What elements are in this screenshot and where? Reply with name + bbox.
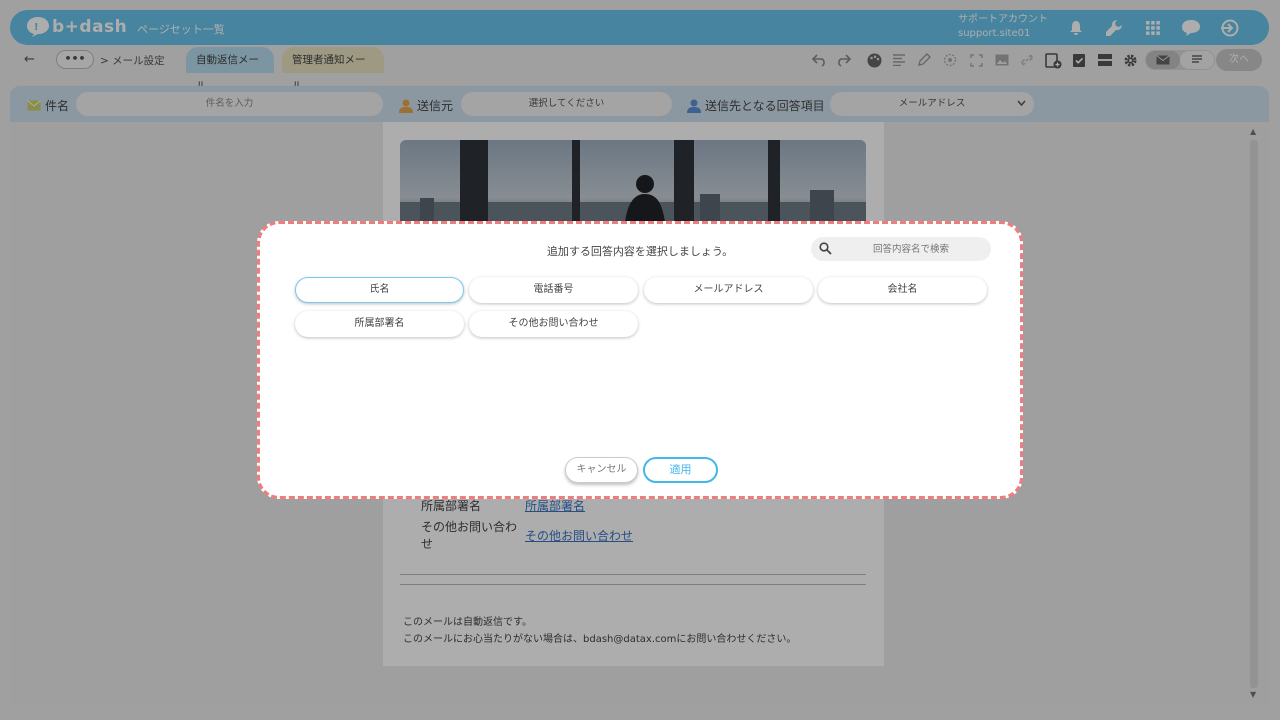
answer-option-company[interactable]: 会社名 — [818, 277, 987, 303]
search-icon — [819, 242, 832, 255]
answer-option-name[interactable]: 氏名 — [295, 277, 464, 303]
apply-button[interactable]: 適用 — [643, 457, 718, 483]
answer-option-phone[interactable]: 電話番号 — [469, 277, 638, 303]
cancel-button[interactable]: キャンセル — [565, 457, 638, 483]
answer-search[interactable] — [811, 237, 991, 261]
answer-option-other-inquiry[interactable]: その他お問い合わせ — [469, 311, 638, 337]
answer-select-modal: 追加する回答内容を選択しましょう。 氏名 電話番号 メールアドレス 会社名 所属… — [257, 221, 1023, 499]
answer-option-email[interactable]: メールアドレス — [644, 277, 813, 303]
search-input[interactable] — [841, 237, 981, 261]
answer-option-department[interactable]: 所属部署名 — [295, 311, 464, 337]
